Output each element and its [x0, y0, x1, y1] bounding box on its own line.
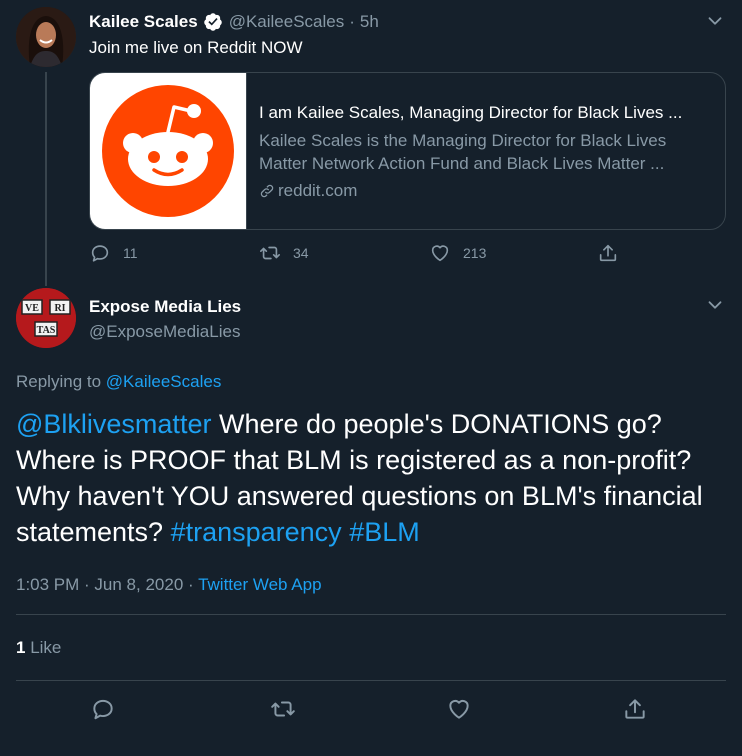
card-text-area: I am Kailee Scales, Managing Director fo… — [247, 73, 725, 229]
main-author-handle[interactable]: @ExposeMediaLies — [89, 322, 240, 342]
like-count: 213 — [463, 245, 487, 261]
link-preview-card[interactable]: I am Kailee Scales, Managing Director fo… — [89, 72, 726, 230]
card-title: I am Kailee Scales, Managing Director fo… — [259, 103, 683, 122]
replying-to-line: Replying to @KaileeScales — [16, 372, 221, 392]
parent-header: Kailee Scales @KaileeScales · 5h — [89, 10, 379, 34]
separator-dot: · — [349, 12, 355, 31]
reply-button[interactable] — [90, 696, 128, 722]
main-author-name[interactable]: Expose Media Lies — [89, 297, 241, 317]
mention-link[interactable]: @Blklivesmatter — [16, 409, 211, 439]
verified-badge-icon — [203, 13, 222, 31]
chevron-down-icon[interactable] — [704, 294, 726, 316]
parent-action-bar: 11 34 213 — [89, 240, 649, 268]
share-icon — [599, 244, 617, 262]
link-icon — [260, 184, 274, 198]
thread-connector-line — [45, 72, 47, 286]
avatar-photo-icon — [16, 7, 76, 67]
divider — [16, 680, 726, 681]
like-button[interactable]: 213 — [429, 242, 486, 264]
chevron-down-icon[interactable] — [704, 10, 726, 32]
tweet-timestamp[interactable]: 1:03 PM · Jun 8, 2020 · — [16, 575, 198, 594]
share-icon — [625, 699, 645, 719]
card-domain: reddit.com — [278, 181, 358, 200]
likes-label: Like — [25, 638, 62, 657]
heart-icon — [431, 245, 449, 262]
retweet-button[interactable]: 34 — [259, 242, 309, 264]
main-action-bar — [16, 694, 726, 724]
parent-author-handle[interactable]: @KaileeScales — [229, 12, 345, 32]
avatar-text-2: RI — [54, 303, 65, 314]
like-button[interactable] — [446, 696, 484, 722]
main-tweet-text: @Blklivesmatter Where do people's DONATI… — [16, 406, 731, 550]
retweet-count: 34 — [293, 245, 309, 261]
reddit-logo-image — [90, 73, 247, 229]
likes-summary[interactable]: 1 Like — [16, 638, 61, 658]
divider — [16, 614, 726, 615]
replying-to-link[interactable]: @KaileeScales — [106, 372, 222, 391]
card-description: Kailee Scales is the Managing Director f… — [259, 131, 667, 173]
veritas-logo-icon: VE RI TAS — [16, 288, 76, 348]
hashtag-link-transparency[interactable]: #transparency — [171, 517, 342, 547]
reddit-icon — [102, 85, 234, 217]
parent-tweet-text: Join me live on Reddit NOW — [89, 38, 303, 57]
retweet-icon — [271, 701, 295, 717]
reply-icon — [91, 245, 109, 262]
kailee-avatar[interactable] — [16, 7, 76, 67]
heart-icon — [449, 699, 469, 719]
expose-media-lies-avatar[interactable]: VE RI TAS — [16, 288, 76, 348]
share-button[interactable] — [622, 696, 660, 722]
reply-button[interactable]: 11 — [89, 242, 138, 264]
card-domain-row: reddit.com — [259, 181, 711, 201]
parent-author-name[interactable]: Kailee Scales — [89, 12, 198, 32]
tweet-metadata: 1:03 PM · Jun 8, 2020 · Twitter Web App — [16, 575, 322, 595]
parent-timestamp[interactable]: 5h — [360, 12, 379, 32]
retweet-button[interactable] — [270, 696, 308, 722]
share-button[interactable] — [597, 242, 631, 264]
retweet-icon — [260, 246, 280, 260]
hashtag-link-blm[interactable]: #BLM — [349, 517, 420, 547]
reply-icon — [93, 699, 113, 720]
reply-count: 11 — [123, 245, 138, 261]
source-app-link[interactable]: Twitter Web App — [198, 575, 321, 594]
avatar-text-1: VE — [25, 303, 39, 314]
replying-prefix: Replying to — [16, 372, 106, 391]
avatar-text-3: TAS — [37, 325, 56, 336]
